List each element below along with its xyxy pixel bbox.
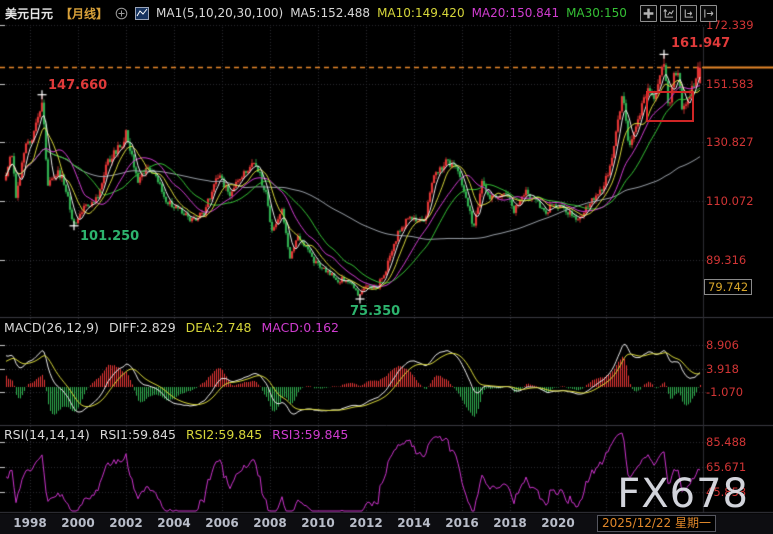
price-axis-label: 130.827 (706, 135, 754, 149)
annotation-low-1999: 101.250 (80, 229, 139, 244)
year-label: 2016 (445, 516, 478, 530)
annotation-high-2024: 161.947 (671, 36, 730, 51)
axis-zoom-icon (662, 7, 675, 20)
visible-low-marker: 79.742 (704, 279, 752, 295)
rsi2-value: RSI2:59.845 (186, 427, 262, 442)
ma5-value: MA5:152.488 (290, 6, 370, 20)
year-label: 2020 (541, 516, 574, 530)
watermark: FX678 (617, 474, 749, 514)
annotation-low-2011: 75.350 (350, 304, 400, 319)
rsi1-value: RSI1:59.845 (100, 427, 176, 442)
macd-title: MACD(26,12,9) (4, 320, 99, 335)
year-label: 2018 (493, 516, 526, 530)
axis-pan-icon (682, 7, 695, 20)
timeframe-selector[interactable]: 【月线】 (60, 5, 108, 22)
macd-macd-value: MACD:0.162 (262, 320, 339, 335)
chart-app: 美元日元 【月线】 MA1(5,10,20,30,100) MA5:152.48… (0, 0, 773, 534)
ma10-value: MA10:149.420 (377, 6, 465, 20)
macd-label-row: MACD(26,12,9) DIFF:2.829 DEA:2.748 MACD:… (4, 320, 339, 335)
ma30-value: MA30:150 (566, 6, 627, 20)
rsi3-value: RSI3:59.845 (272, 427, 348, 442)
annotation-high-1998: 147.660 (48, 78, 107, 93)
ma20-value: MA20:150.841 (472, 6, 560, 20)
ma-settings-label: MA1(5,10,20,30,100) (156, 6, 283, 20)
mini-chart-icon (135, 7, 149, 20)
highlight-box (646, 91, 694, 122)
year-label: 2004 (157, 516, 190, 530)
year-label: 2008 (253, 516, 286, 530)
price-axis-label: 151.583 (706, 77, 754, 91)
macd-diff-value: DIFF:2.829 (109, 320, 176, 335)
rsi-label-row: RSI(14,14,14) RSI1:59.845 RSI2:59.845 RS… (4, 427, 348, 442)
add-indicator-button[interactable] (115, 7, 128, 20)
chart-style-button[interactable] (135, 7, 149, 20)
year-label: 2014 (397, 516, 430, 530)
year-label: 2012 (349, 516, 382, 530)
year-label: 1998 (13, 516, 46, 530)
chart-header: 美元日元 【月线】 MA1(5,10,20,30,100) MA5:152.48… (0, 0, 773, 26)
chart-toolbar (640, 5, 717, 22)
rsi-axis-label: 85.488 (706, 435, 746, 449)
exit-chart-button[interactable] (700, 5, 717, 22)
year-label: 2002 (109, 516, 142, 530)
pan-axis-button[interactable] (680, 5, 697, 22)
macd-axis-label: 3.918 (706, 362, 739, 376)
year-label: 2010 (301, 516, 334, 530)
exit-arrow-icon (702, 7, 715, 20)
move-tool-button[interactable] (640, 5, 657, 22)
macd-axis-label: 8.906 (706, 338, 739, 352)
circle-plus-icon (115, 7, 128, 20)
symbol-name: 美元日元 (5, 5, 53, 22)
candlestick-chart-canvas[interactable] (0, 0, 773, 534)
rsi-title: RSI(14,14,14) (4, 427, 90, 442)
price-axis-label: 89.316 (706, 253, 746, 267)
price-axis-label: 110.072 (706, 194, 754, 208)
current-date-label: 2025/12/22 星期一 (597, 515, 716, 532)
time-axis: 1998 2000 2002 2004 2006 2008 2010 2012 … (0, 514, 773, 534)
macd-dea-value: DEA:2.748 (186, 320, 252, 335)
year-label: 2000 (61, 516, 94, 530)
macd-axis-label: -1.070 (706, 385, 743, 399)
zoom-axis-button[interactable] (660, 5, 677, 22)
year-label: 2006 (205, 516, 238, 530)
move-icon (642, 7, 655, 20)
